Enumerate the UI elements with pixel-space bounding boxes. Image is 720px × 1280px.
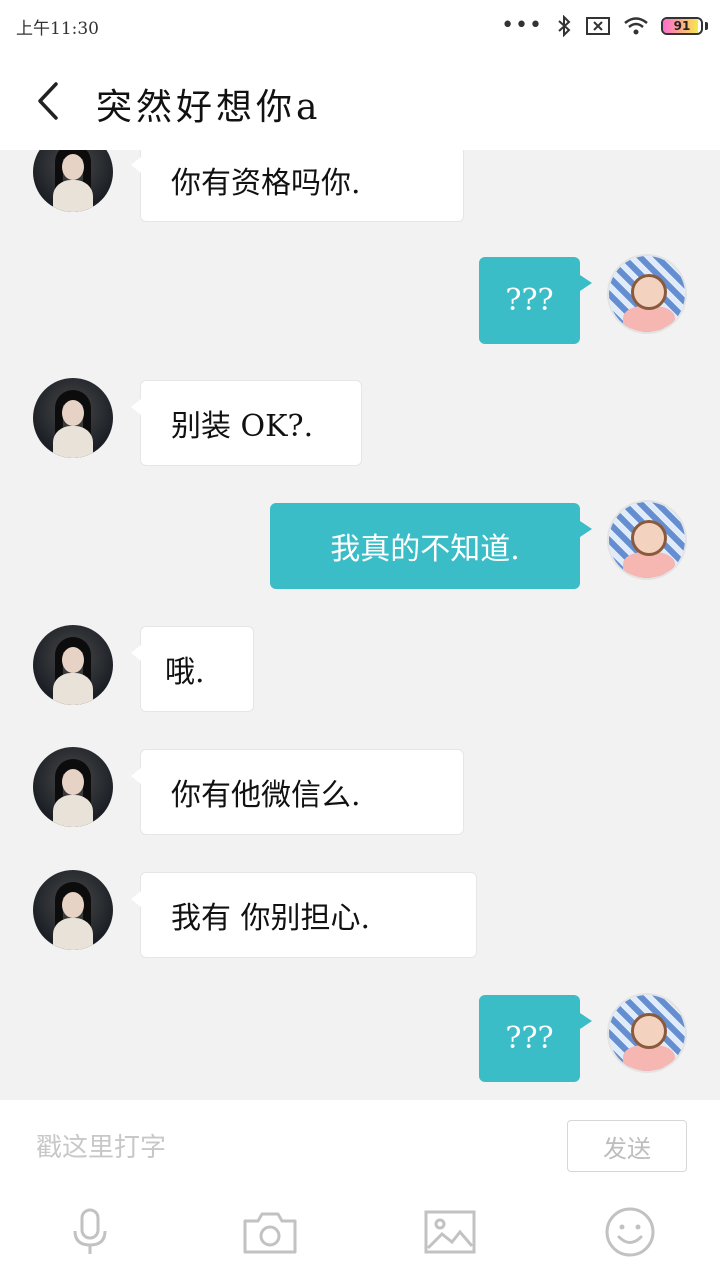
contact-avatar[interactable]: [33, 625, 113, 705]
message-text: 你有资格吗你.: [171, 166, 361, 201]
user-avatar[interactable]: [607, 254, 687, 334]
chat-title: 突然好想你a: [96, 87, 322, 128]
camera-button[interactable]: [240, 1202, 300, 1262]
message-text: 我真的不知道.: [330, 532, 520, 567]
send-button[interactable]: 发送: [567, 1120, 687, 1172]
message-input[interactable]: [34, 1122, 538, 1174]
compose-bar: 发送: [0, 1100, 720, 1280]
more-dots-icon: •••: [501, 13, 543, 38]
status-bar: 上午11:30 ••• 91: [0, 0, 720, 52]
message-bubble-received[interactable]: 别装 OK?.: [131, 380, 362, 466]
voice-button[interactable]: [60, 1202, 120, 1262]
message-text: ???: [505, 1021, 554, 1056]
message-text: 我有 你别担心.: [171, 901, 371, 936]
image-icon: [424, 1210, 476, 1254]
user-avatar[interactable]: [607, 500, 687, 580]
battery-tip: [705, 22, 708, 30]
message-list[interactable]: 你有资格吗你. ??? 别装 OK?. 我真的不知道. 哦. 你有他微信么. 我…: [0, 150, 720, 1100]
message-text: 别装 OK?.: [171, 409, 314, 444]
message-text: 你有他微信么.: [171, 778, 361, 813]
emoji-icon: [605, 1207, 655, 1257]
chat-header: 突然好想你a: [0, 52, 720, 150]
message-bubble-sent[interactable]: 我真的不知道.: [270, 503, 592, 589]
microphone-icon: [73, 1208, 107, 1254]
battery-indicator: 91: [661, 17, 703, 35]
message-bubble-received[interactable]: 我有 你别担心.: [131, 872, 477, 958]
user-avatar[interactable]: [607, 993, 687, 1073]
message-bubble-received[interactable]: 哦.: [131, 626, 254, 712]
message-text: ???: [505, 283, 554, 318]
camera-icon: [243, 1212, 297, 1254]
photo-button[interactable]: [420, 1202, 480, 1262]
contact-avatar[interactable]: [33, 747, 113, 827]
bluetooth-icon: [558, 15, 571, 37]
battery-level: 91: [673, 19, 691, 33]
message-text: 哦.: [165, 655, 205, 690]
message-bubble-received[interactable]: 你有资格吗你.: [131, 150, 464, 222]
contact-avatar[interactable]: [33, 150, 113, 212]
emoji-button[interactable]: [600, 1202, 660, 1262]
status-icons: ••• 91: [501, 12, 708, 40]
status-time: 上午11:30: [16, 19, 99, 39]
compose-toolbar: [0, 1192, 720, 1272]
message-bubble-sent[interactable]: ???: [479, 257, 592, 344]
message-bubble-received[interactable]: 你有他微信么.: [131, 749, 464, 835]
back-arrow-icon[interactable]: [28, 78, 68, 124]
wifi-icon: [624, 17, 648, 35]
contact-avatar[interactable]: [33, 870, 113, 950]
message-bubble-sent[interactable]: ???: [479, 995, 592, 1082]
no-sim-icon: [586, 17, 610, 35]
contact-avatar[interactable]: [33, 378, 113, 458]
